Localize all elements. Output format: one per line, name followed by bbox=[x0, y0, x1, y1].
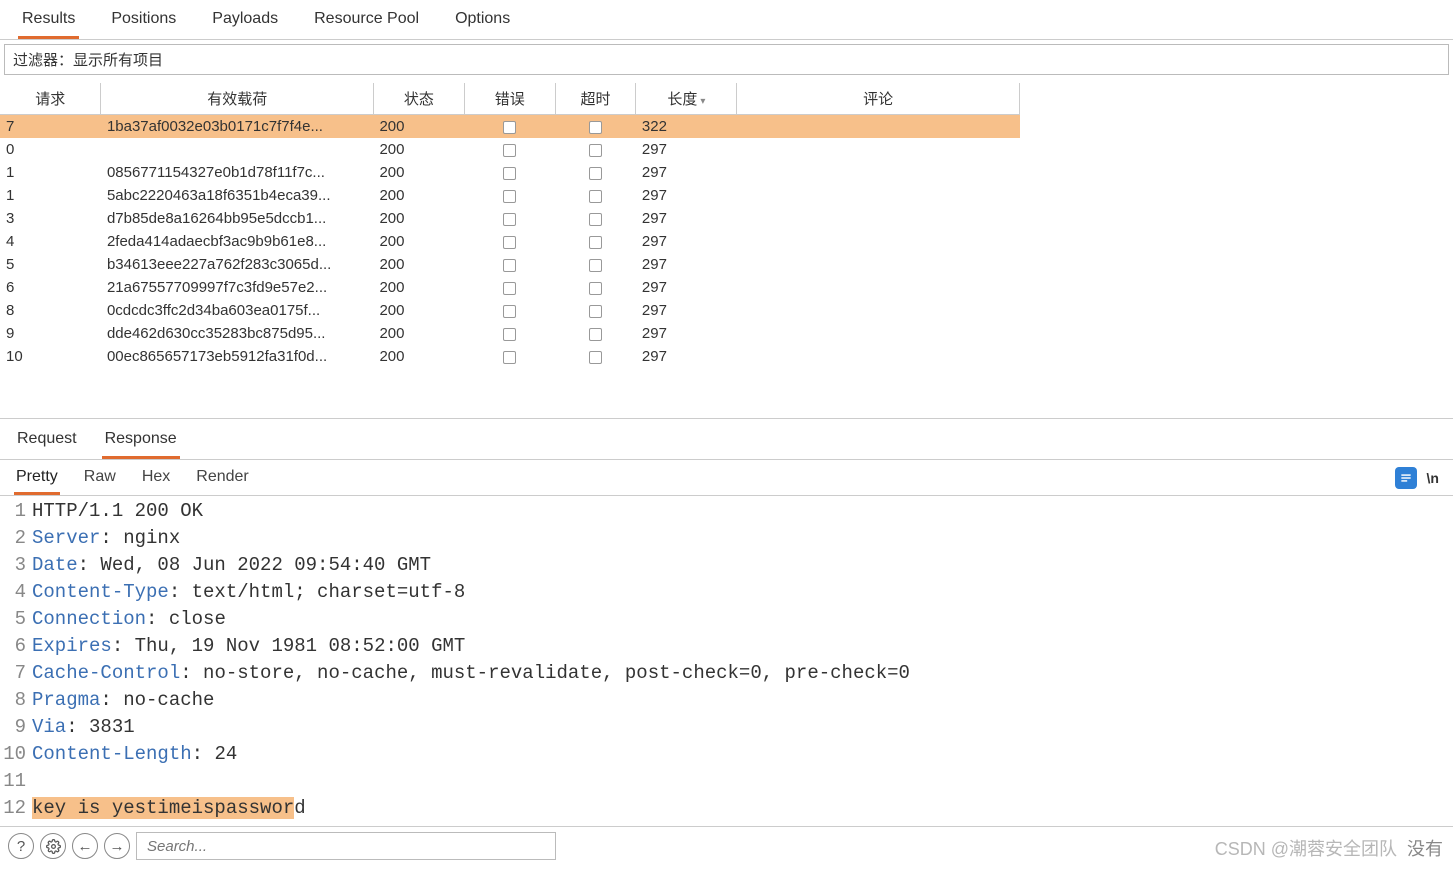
newline-toggle[interactable]: \n bbox=[1427, 470, 1439, 486]
timeout-checkbox bbox=[589, 121, 602, 134]
error-checkbox bbox=[503, 144, 516, 157]
code-line-content[interactable]: Cache-Control: no-store, no-cache, must-… bbox=[32, 660, 1453, 687]
line-number: 10 bbox=[0, 741, 32, 768]
timeout-checkbox bbox=[589, 167, 602, 180]
table-row[interactable]: 5b34613eee227a762f283c3065d...200297 bbox=[0, 253, 1020, 276]
view-tab-render[interactable]: Render bbox=[194, 466, 250, 495]
code-line-content[interactable]: Expires: Thu, 19 Nov 1981 08:52:00 GMT bbox=[32, 633, 1453, 660]
error-checkbox bbox=[503, 328, 516, 341]
sort-indicator-icon: ▾ bbox=[700, 96, 705, 107]
editor-footer: ? ← → CSDN @潮蓉安全团队 没有 bbox=[0, 826, 1453, 865]
search-input[interactable] bbox=[136, 832, 556, 860]
line-number: 5 bbox=[0, 606, 32, 633]
timeout-checkbox bbox=[589, 213, 602, 226]
view-tab-hex[interactable]: Hex bbox=[140, 466, 172, 495]
gear-icon bbox=[46, 839, 61, 854]
table-row[interactable]: 42feda414adaecbf3ac9b9b61e8...200297 bbox=[0, 230, 1020, 253]
view-mode-tabs: Pretty Raw Hex Render bbox=[0, 460, 1395, 495]
timeout-checkbox bbox=[589, 259, 602, 272]
code-line-content[interactable]: Pragma: no-cache bbox=[32, 687, 1453, 714]
table-row[interactable]: 0200297 bbox=[0, 138, 1020, 161]
error-checkbox bbox=[503, 305, 516, 318]
column-header-comment[interactable]: 评论 bbox=[737, 83, 1020, 115]
intruder-top-tabs: Results Positions Payloads Resource Pool Opt… bbox=[0, 0, 1453, 40]
results-filter-bar[interactable]: 过滤器：显示所有项目 bbox=[4, 44, 1449, 75]
table-row[interactable]: 15abc2220463a18f6351b4eca39...200297 bbox=[0, 184, 1020, 207]
line-number: 8 bbox=[0, 687, 32, 714]
code-line-content[interactable]: Date: Wed, 08 Jun 2022 09:54:40 GMT bbox=[32, 552, 1453, 579]
view-tab-pretty[interactable]: Pretty bbox=[14, 466, 60, 495]
line-number: 2 bbox=[0, 525, 32, 552]
timeout-checkbox bbox=[589, 305, 602, 318]
table-row[interactable]: 80cdcdc3ffc2d34ba603ea0175f...200297 bbox=[0, 299, 1020, 322]
column-header-status[interactable]: 状态 bbox=[373, 83, 464, 115]
line-number: 7 bbox=[0, 660, 32, 687]
error-checkbox bbox=[503, 167, 516, 180]
top-tab-options[interactable]: Options bbox=[451, 6, 514, 39]
error-checkbox bbox=[503, 351, 516, 364]
code-line-content[interactable]: Server: nginx bbox=[32, 525, 1453, 552]
line-number: 4 bbox=[0, 579, 32, 606]
top-tab-resource-pool[interactable]: Resource Pool bbox=[310, 6, 423, 39]
watermark-text: CSDN @潮蓉安全团队 没有 bbox=[1215, 835, 1443, 861]
line-number: 6 bbox=[0, 633, 32, 660]
code-line-content[interactable]: Content-Type: text/html; charset=utf-8 bbox=[32, 579, 1453, 606]
code-line-content[interactable]: HTTP/1.1 200 OK bbox=[32, 498, 1453, 525]
table-row[interactable]: 10856771154327e0b1d78f11f7c...200297 bbox=[0, 161, 1020, 184]
rr-tab-response[interactable]: Response bbox=[102, 427, 180, 459]
timeout-checkbox bbox=[589, 328, 602, 341]
timeout-checkbox bbox=[589, 236, 602, 249]
table-row[interactable]: 9dde462d630cc35283bc875d95...200297 bbox=[0, 322, 1020, 345]
rr-tab-request[interactable]: Request bbox=[14, 427, 80, 459]
error-checkbox bbox=[503, 121, 516, 134]
message-actions-button[interactable] bbox=[1395, 467, 1417, 489]
help-button[interactable]: ? bbox=[8, 833, 34, 859]
top-tab-results[interactable]: Results bbox=[18, 6, 79, 39]
column-header-error[interactable]: 错误 bbox=[464, 83, 555, 115]
top-tab-positions[interactable]: Positions bbox=[107, 6, 180, 39]
response-editor[interactable]: 1HTTP/1.1 200 OK2Server: nginx3Date: Wed… bbox=[0, 496, 1453, 826]
column-header-payload[interactable]: 有效载荷 bbox=[101, 83, 374, 115]
search-next-button[interactable]: → bbox=[104, 833, 130, 859]
table-row[interactable]: 1000ec865657173eb5912fa31f0d...200297 bbox=[0, 345, 1020, 368]
timeout-checkbox bbox=[589, 351, 602, 364]
error-checkbox bbox=[503, 236, 516, 249]
table-row[interactable]: 71ba37af0032e03b0171c7f7f4e...200322 bbox=[0, 115, 1020, 139]
error-checkbox bbox=[503, 213, 516, 226]
column-header-timeout[interactable]: 超时 bbox=[555, 83, 636, 115]
code-line-content[interactable]: Via: 3831 bbox=[32, 714, 1453, 741]
code-line-content[interactable]: Connection: close bbox=[32, 606, 1453, 633]
settings-button[interactable] bbox=[40, 833, 66, 859]
view-tab-raw[interactable]: Raw bbox=[82, 466, 118, 495]
column-header-request[interactable]: 请求 bbox=[0, 83, 101, 115]
timeout-checkbox bbox=[589, 282, 602, 295]
line-number: 1 bbox=[0, 498, 32, 525]
line-number: 12 bbox=[0, 795, 32, 822]
table-row[interactable]: 621a67557709997f7c3fd9e57e2...200297 bbox=[0, 276, 1020, 299]
line-number: 3 bbox=[0, 552, 32, 579]
timeout-checkbox bbox=[589, 190, 602, 203]
search-prev-button[interactable]: ← bbox=[72, 833, 98, 859]
code-line-content[interactable] bbox=[32, 768, 1453, 795]
request-response-tabs: Request Response bbox=[0, 419, 1453, 460]
results-table: 请求 有效载荷 状态 错误 超时 长度▾ 评论 71ba37af0032e03b… bbox=[0, 83, 1020, 368]
top-tab-payloads[interactable]: Payloads bbox=[208, 6, 282, 39]
code-line-content[interactable]: key is yestimeispassword bbox=[32, 795, 1453, 822]
table-row[interactable]: 3d7b85de8a16264bb95e5dccb1...200297 bbox=[0, 207, 1020, 230]
error-checkbox bbox=[503, 259, 516, 272]
timeout-checkbox bbox=[589, 144, 602, 157]
column-header-length[interactable]: 长度▾ bbox=[636, 83, 737, 115]
code-line-content[interactable]: Content-Length: 24 bbox=[32, 741, 1453, 768]
error-checkbox bbox=[503, 190, 516, 203]
line-number: 11 bbox=[0, 768, 32, 795]
error-checkbox bbox=[503, 282, 516, 295]
line-number: 9 bbox=[0, 714, 32, 741]
